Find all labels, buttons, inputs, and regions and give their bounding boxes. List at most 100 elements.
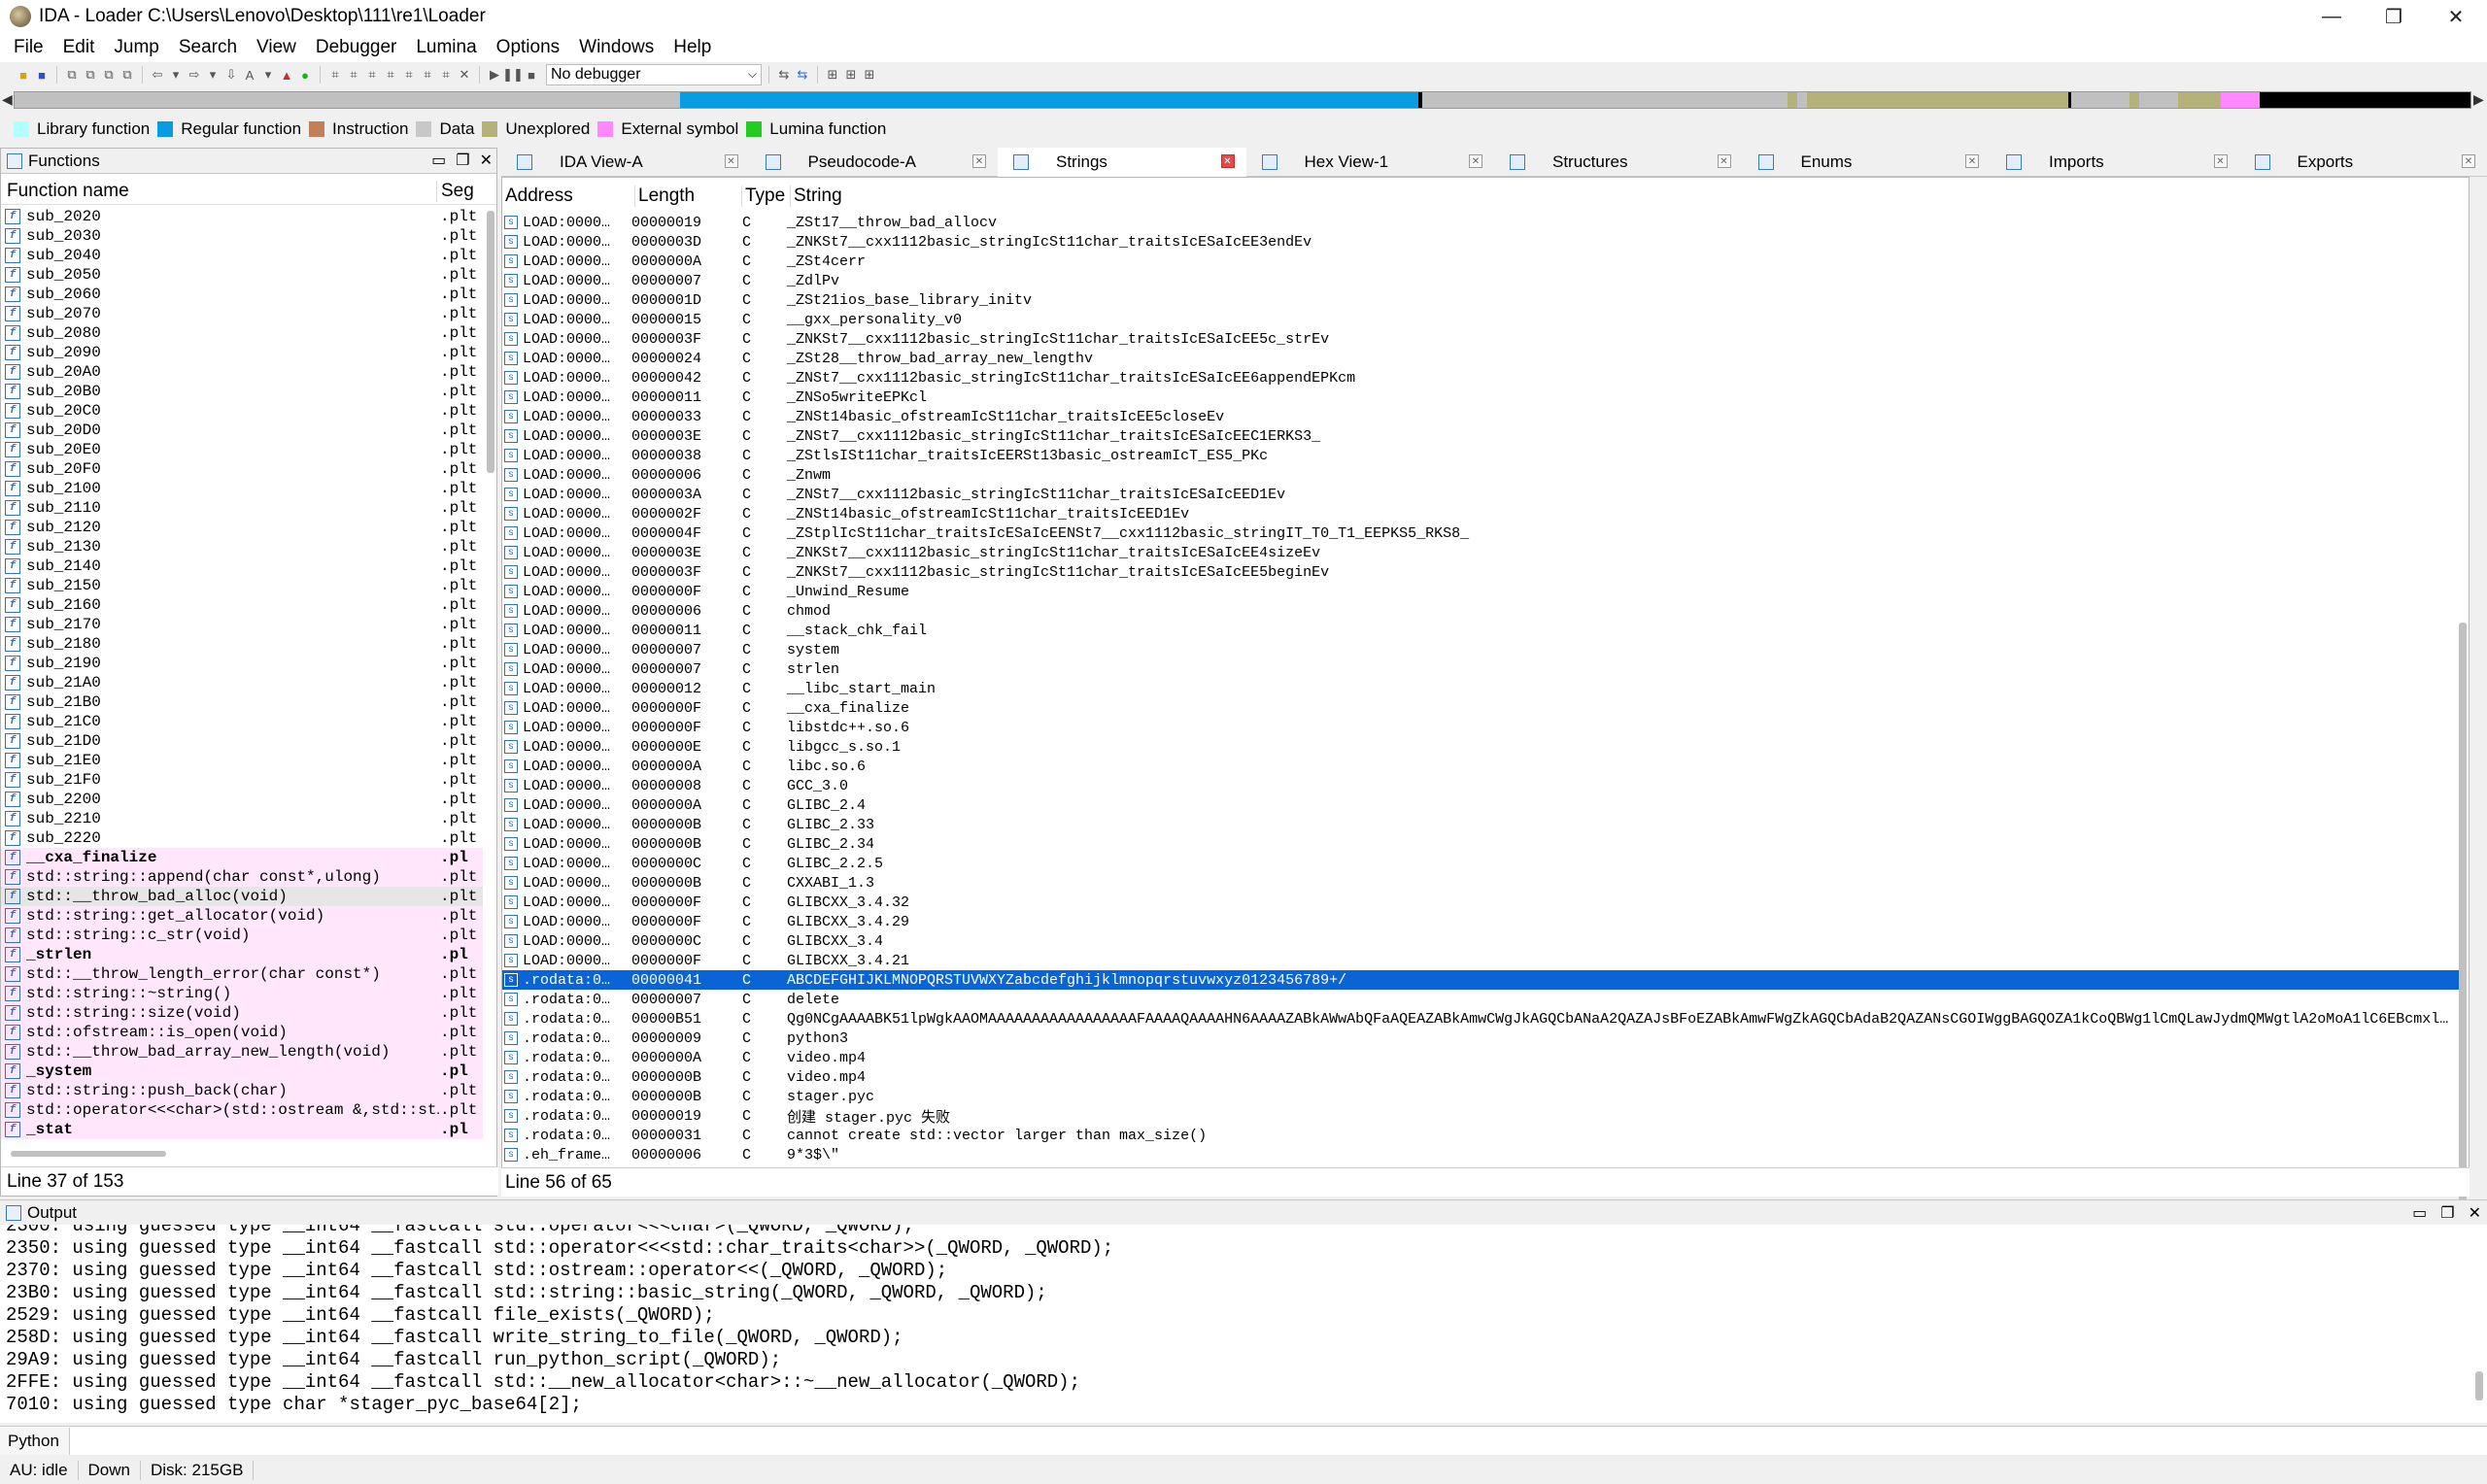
tab-strings[interactable]: Strings ✕ bbox=[998, 148, 1246, 177]
pause-icon[interactable]: ❚❚ bbox=[502, 67, 524, 83]
function-row[interactable]: f std::operator<<<char>(std::ostream &,st… bbox=[1, 1100, 483, 1120]
string-row[interactable]: s LOAD:0000… 0000000B C GLIBC_2.33 bbox=[502, 815, 2465, 834]
function-row[interactable]: f _stat .pl bbox=[1, 1120, 483, 1139]
string-row[interactable]: s LOAD:0000… 0000000F C GLIBCXX_3.4.29 bbox=[502, 912, 2465, 931]
string-row[interactable]: s LOAD:0000… 00000011 C __stack_chk_fail bbox=[502, 621, 2465, 640]
function-row[interactable]: f sub_20B0 .plt bbox=[1, 382, 483, 401]
array-icon[interactable]: ⌗ bbox=[383, 67, 398, 83]
string-row[interactable]: s LOAD:0000… 0000000B C GLIBC_2.34 bbox=[502, 834, 2465, 854]
function-row[interactable]: f std::string::append(char const*,ulong).… bbox=[1, 867, 483, 887]
tab-close-icon[interactable]: ✕ bbox=[2213, 154, 2228, 168]
tab-close-icon[interactable]: ✕ bbox=[1220, 154, 1235, 168]
string-row[interactable]: s LOAD:0000… 0000000F C __cxa_finalize bbox=[502, 698, 2465, 718]
string-row[interactable]: s LOAD:0000… 0000001D C _ZSt21ios_base_libra… bbox=[502, 290, 2465, 310]
string-row[interactable]: s LOAD:0000… 00000007 Cstrlen bbox=[502, 659, 2465, 679]
cancel-icon[interactable]: ✕ bbox=[457, 67, 472, 83]
tab-enums[interactable]: Enums ✕ bbox=[1743, 148, 1992, 177]
string-row[interactable]: s .rodata:0… 00000009 Cpython3 bbox=[502, 1029, 2465, 1048]
menu-windows[interactable]: Windows bbox=[569, 37, 664, 58]
functions-vertical-scrollbar[interactable] bbox=[487, 211, 494, 473]
function-row[interactable]: f sub_20F0 .plt bbox=[1, 459, 483, 479]
col-string[interactable]: String bbox=[790, 186, 2441, 207]
open-icon[interactable]: ■ bbox=[16, 67, 31, 83]
string-row[interactable]: s LOAD:0000… 00000038 C _ZStlsISt11char_trai… bbox=[502, 446, 2465, 465]
debugger-select[interactable]: No debugger ⌵ bbox=[546, 64, 762, 85]
menu-help[interactable]: Help bbox=[664, 37, 721, 58]
tab-imports[interactable]: Imports ✕ bbox=[1991, 148, 2239, 177]
menu-jump[interactable]: Jump bbox=[104, 37, 168, 58]
function-row[interactable]: f std::__throw_bad_alloc(void) .plt bbox=[1, 887, 483, 906]
string-row[interactable]: s .rodata:0… 00000007 Cdelete bbox=[502, 990, 2465, 1009]
attach-icon[interactable]: ⇆ bbox=[776, 67, 792, 83]
function-row[interactable]: f sub_21E0 .plt bbox=[1, 751, 483, 770]
function-row[interactable]: f std::string::push_back(char) .plt bbox=[1, 1081, 483, 1100]
function-row[interactable]: f std::string::c_str(void) .plt bbox=[1, 926, 483, 945]
string-row[interactable]: s LOAD:0000… 00000007 C _ZdlPv bbox=[502, 271, 2465, 290]
menu-edit[interactable]: Edit bbox=[53, 37, 105, 58]
function-row[interactable]: f sub_2130 .plt bbox=[1, 537, 483, 556]
navigation-band[interactable] bbox=[14, 91, 2471, 109]
string-row[interactable]: s LOAD:0000… 00000015 C __gxx_personality_v0 bbox=[502, 310, 2465, 329]
function-row[interactable]: f sub_21F0 .plt bbox=[1, 770, 483, 790]
function-row[interactable]: f sub_2220 .plt bbox=[1, 828, 483, 848]
string-row[interactable]: s .rodata:0… 00000B51 C Qg0NCgAAAABK51lpWgkA… bbox=[502, 1009, 2465, 1029]
function-row[interactable]: f sub_2160 .plt bbox=[1, 595, 483, 615]
run-icon[interactable]: ▶ bbox=[487, 67, 502, 83]
back-arrow-icon[interactable]: ⇦ bbox=[150, 67, 165, 83]
function-row[interactable]: f sub_2050 .plt bbox=[1, 265, 483, 285]
function-row[interactable]: f sub_21B0 .plt bbox=[1, 692, 483, 712]
string-row[interactable]: s LOAD:0000… 0000000C C GLIBC_2.2.5 bbox=[502, 854, 2465, 873]
function-row[interactable]: f std::ofstream::is_open(void) .plt bbox=[1, 1023, 483, 1042]
panel-maximize-icon[interactable]: ▭ bbox=[431, 151, 446, 170]
string-row[interactable]: s .rodata:0… 00000031 Ccannot create std::v… bbox=[502, 1126, 2465, 1145]
copy-icon[interactable]: ⧉ bbox=[64, 67, 80, 83]
function-row[interactable]: f sub_2190 .plt bbox=[1, 654, 483, 673]
code-icon[interactable]: ⌗ bbox=[327, 67, 343, 83]
string-row[interactable]: s LOAD:0000… 0000004F C _ZStplIcSt11char_tra… bbox=[502, 523, 2465, 543]
tab-close-icon[interactable]: ✕ bbox=[724, 154, 738, 168]
string-row[interactable]: s LOAD:0000… 0000003D C _ZNKSt7__cxx1112basi… bbox=[502, 232, 2465, 252]
panel-close-icon[interactable]: ✕ bbox=[2469, 1203, 2481, 1223]
function-row[interactable]: f sub_2040 .plt bbox=[1, 246, 483, 265]
undefine-icon[interactable]: ⌗ bbox=[401, 67, 417, 83]
string-row[interactable]: s LOAD:0000… 0000000E Clibgcc_s.so.1 bbox=[502, 737, 2465, 757]
cli-language-button[interactable]: Python bbox=[0, 1427, 70, 1455]
menu-search[interactable]: Search bbox=[169, 37, 247, 58]
output-log[interactable]: 2300: using guessed type __int64 __fastc… bbox=[0, 1225, 2487, 1423]
col-segment[interactable]: Seg bbox=[436, 181, 475, 202]
string-row[interactable]: s LOAD:0000… 00000008 C GCC_3.0 bbox=[502, 776, 2465, 795]
lumina-icon[interactable]: ● bbox=[297, 67, 313, 83]
tab-close-icon[interactable]: ✕ bbox=[1469, 154, 1482, 168]
function-row[interactable]: f sub_2180 .plt bbox=[1, 634, 483, 654]
tab-exports[interactable]: Exports ✕ bbox=[2239, 148, 2487, 177]
string-row[interactable]: s LOAD:0000… 0000003F C _ZNKSt7__cxx1112basi… bbox=[502, 562, 2465, 582]
string-row[interactable]: s LOAD:0000… 0000000F C GLIBCXX_3.4.21 bbox=[502, 951, 2465, 970]
function-row[interactable]: f _system .pl bbox=[1, 1062, 483, 1081]
panel-close-icon[interactable]: ✕ bbox=[480, 151, 493, 170]
panel-maximize-icon[interactable]: ▭ bbox=[2412, 1203, 2427, 1223]
string-row[interactable]: s LOAD:0000… 0000000A C GLIBC_2.4 bbox=[502, 795, 2465, 815]
detach-icon[interactable]: ⇆ bbox=[795, 67, 810, 83]
tab-structures[interactable]: Structures ✕ bbox=[1494, 148, 1743, 177]
function-row[interactable]: f _strlen .pl bbox=[1, 945, 483, 964]
functions-horizontal-scrollbar[interactable] bbox=[11, 1151, 166, 1157]
assemble-icon[interactable]: ⧉ bbox=[101, 67, 117, 83]
function-row[interactable]: f std::string::~string() .plt bbox=[1, 984, 483, 1003]
function-row[interactable]: f sub_2110 .plt bbox=[1, 498, 483, 518]
stop-icon[interactable]: ■ bbox=[524, 67, 539, 83]
string-row[interactable]: s LOAD:0000… 0000003F C _ZNKSt7__cxx1112basi… bbox=[502, 329, 2465, 349]
string-row[interactable]: s .rodata:0… 0000000A Cvideo.mp4 bbox=[502, 1048, 2465, 1067]
panel-float-icon[interactable]: ❐ bbox=[456, 151, 469, 170]
tab-close-icon[interactable]: ✕ bbox=[972, 154, 986, 168]
tab-close-icon[interactable]: ✕ bbox=[1717, 154, 1731, 168]
forward-dropdown-icon[interactable]: ▾ bbox=[205, 67, 221, 83]
function-row[interactable]: f sub_2150 .plt bbox=[1, 576, 483, 595]
function-row[interactable]: f sub_20D0 .plt bbox=[1, 421, 483, 440]
string-icon[interactable]: ⌗ bbox=[364, 67, 380, 83]
tab-close-icon[interactable]: ✕ bbox=[1965, 154, 1979, 168]
col-length[interactable]: Length bbox=[634, 186, 741, 207]
function-row[interactable]: f sub_2120 .plt bbox=[1, 518, 483, 537]
string-row[interactable]: s LOAD:0000… 00000042 C _ZNSt7__cxx1112basic… bbox=[502, 368, 2465, 388]
string-row[interactable]: s LOAD:0000… 0000002F C _ZNSt14basic_ofstrea… bbox=[502, 504, 2465, 523]
function-row[interactable]: f sub_2080 .plt bbox=[1, 323, 483, 343]
